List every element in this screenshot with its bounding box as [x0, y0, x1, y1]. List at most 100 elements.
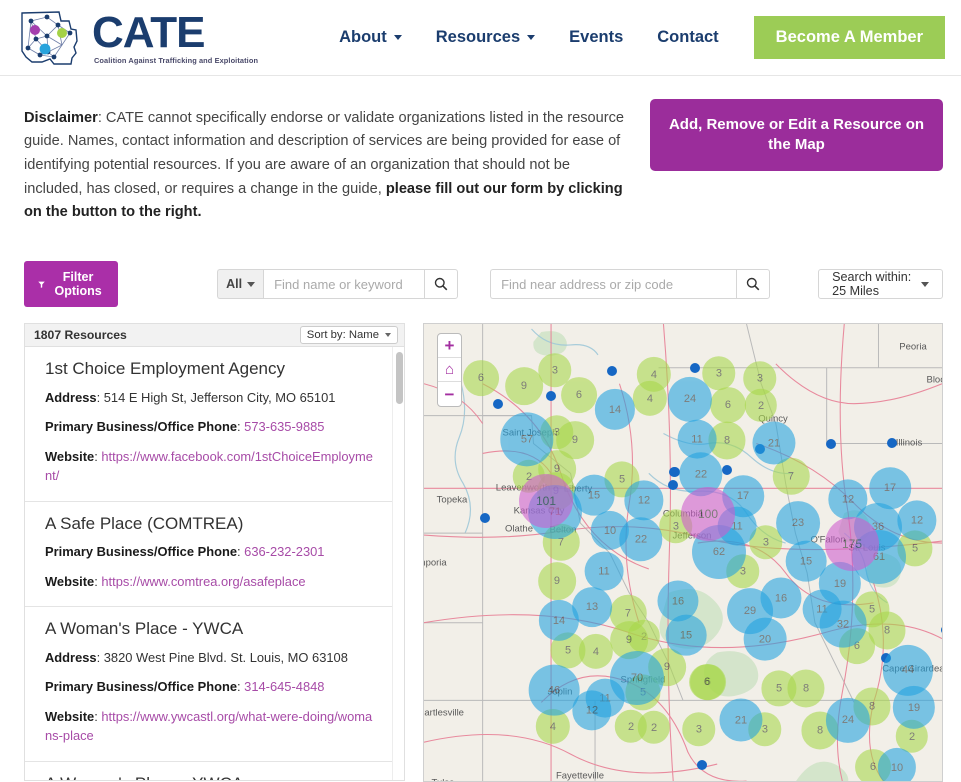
address-search-group	[490, 269, 771, 300]
home-icon[interactable]: ⌂	[438, 358, 461, 383]
results-count: 1807 Resources	[34, 328, 127, 343]
results-scrollbar[interactable]	[392, 347, 404, 781]
phone-link[interactable]: 314-645-4848	[244, 679, 324, 694]
resource-name[interactable]: 1st Choice Employment Agency	[45, 359, 376, 379]
map-cluster-count: 2	[908, 730, 916, 743]
map-cluster-count: 17	[883, 482, 897, 495]
map-cluster-marker[interactable]: 24	[667, 377, 713, 422]
map-cluster-marker[interactable]: 70	[610, 651, 664, 706]
site-logo[interactable]: CATE Coalition Against Trafficking and E…	[14, 7, 258, 69]
scrollbar-thumb[interactable]	[395, 352, 403, 405]
map-cluster-marker[interactable]: 21	[719, 698, 763, 742]
map-cluster-count: 12	[585, 704, 599, 717]
map-cluster-marker[interactable]: 101	[519, 474, 573, 529]
list-item[interactable]: A Woman's Place - YWCA Address: 3820 Wes…	[25, 607, 394, 762]
field-label: Website	[45, 449, 95, 465]
add-remove-edit-resource-button[interactable]: Add, Remove or Edit a Resource on the Ma…	[650, 99, 943, 171]
field-label: Website	[45, 709, 95, 725]
resource-website: Website: https://www.comtrea.org/asafepl…	[45, 573, 306, 589]
map-pin[interactable]	[887, 438, 897, 449]
website-link[interactable]: https://www.facebook.com/1stChoiceEmploy…	[45, 449, 373, 483]
map-pin[interactable]	[493, 399, 503, 410]
map-cluster-marker[interactable]: 6	[463, 360, 499, 397]
map-cluster-count: 8	[883, 624, 891, 637]
map-cluster-marker[interactable]: 32	[819, 601, 867, 648]
filter-options-button[interactable]: Filter Options	[24, 261, 119, 308]
map-cluster-count: 10	[603, 524, 617, 537]
resource-name[interactable]: A Woman's Place - YWCA	[45, 774, 376, 781]
map-cluster-count: 7	[624, 607, 632, 620]
nav-item-events[interactable]: Events	[552, 18, 640, 57]
map-cluster-marker[interactable]: 175	[825, 517, 879, 572]
map-cluster-count: 7	[787, 470, 795, 483]
phone-link[interactable]: 573-635-9885	[244, 419, 324, 434]
zoom-out-button[interactable]: −	[438, 382, 461, 406]
map-cluster-marker[interactable]: 9	[538, 562, 576, 601]
list-item[interactable]: A Woman's Place - YWCA Address: 4116 McC…	[25, 762, 394, 781]
map-cluster-marker[interactable]: 8	[787, 669, 825, 707]
map-cluster-marker[interactable]: 21	[752, 421, 796, 465]
resource-name[interactable]: A Safe Place (COMTREA)	[45, 514, 376, 534]
phone-link[interactable]: 636-232-2301	[244, 544, 324, 559]
map-cluster-marker[interactable]: 16	[657, 580, 699, 622]
address-search-input[interactable]	[490, 269, 737, 300]
map-column: + ⌂ − PeoriaBloomiQuincyIllinoisSaint Jo…	[423, 323, 943, 782]
map-pin[interactable]	[697, 760, 707, 771]
missouri-network-logo-icon	[21, 10, 78, 65]
results-list[interactable]: 1st Choice Employment Agency Address: 51…	[24, 347, 405, 782]
cta-wrapper: Add, Remove or Edit a Resource on the Ma…	[649, 92, 943, 239]
map-cluster-count: 6	[869, 761, 877, 774]
map-cluster-marker[interactable]: 46	[528, 665, 580, 716]
map-pin[interactable]	[722, 465, 732, 476]
sort-by-dropdown[interactable]: Sort by: Name	[299, 326, 398, 345]
website-link[interactable]: https://www.ywcastl.org/what-were-doing/…	[45, 709, 372, 743]
logo-wordmark: CATE	[92, 7, 206, 57]
map-pin[interactable]	[690, 363, 700, 374]
map-pin[interactable]	[826, 439, 836, 450]
map-cluster-marker[interactable]: 24	[825, 698, 871, 743]
address-search-button[interactable]	[736, 269, 771, 300]
resource-address: Address: 3820 West Pine Blvd. St. Louis,…	[45, 649, 348, 665]
list-item[interactable]: 1st Choice Employment Agency Address: 51…	[25, 347, 394, 502]
map-cluster-marker[interactable]: 11	[584, 552, 624, 591]
keyword-search-input[interactable]	[263, 269, 425, 300]
resource-map[interactable]: + ⌂ − PeoriaBloomiQuincyIllinoisSaint Jo…	[423, 323, 943, 782]
map-cluster-count: 17	[736, 490, 750, 503]
map-cluster-count: 2	[757, 399, 765, 412]
website-link[interactable]: https://www.comtrea.org/asafeplace	[101, 574, 305, 589]
map-cluster-marker[interactable]: 100	[681, 487, 735, 542]
resource-name[interactable]: A Woman's Place - YWCA	[45, 619, 376, 639]
zoom-in-button[interactable]: +	[438, 334, 461, 359]
map-cluster-count: 57	[520, 433, 534, 446]
map-cluster-marker[interactable]: 6	[710, 387, 746, 424]
map-cluster-marker[interactable]: 8	[868, 611, 906, 649]
map-cluster-count: 9	[571, 434, 579, 447]
results-column: 1807 Resources Sort by: Name 1st Choice …	[24, 323, 405, 782]
map-pin[interactable]	[607, 366, 617, 377]
map-cluster-count: 3	[695, 723, 703, 736]
map-cluster-marker[interactable]: 9	[505, 367, 543, 406]
map-cluster-count: 11	[691, 433, 703, 446]
nav-item-about[interactable]: About	[322, 18, 419, 57]
map-cluster-count: 175	[841, 537, 863, 552]
map-cluster-marker[interactable]: 23	[776, 501, 820, 546]
map-pin[interactable]	[480, 513, 490, 524]
keyword-search-button[interactable]	[424, 269, 459, 300]
nav-item-contact[interactable]: Contact	[640, 18, 735, 57]
nav-item-resources[interactable]: Resources	[419, 18, 552, 57]
map-cluster-marker[interactable]: 44	[882, 645, 934, 696]
search-radius-dropdown[interactable]: Search within: 25 Miles	[818, 269, 943, 300]
map-cluster-marker[interactable]: 6	[561, 377, 597, 414]
results-header: 1807 Resources Sort by: Name	[24, 323, 405, 348]
field-label: Website	[45, 573, 95, 589]
become-a-member-button[interactable]: Become A Member	[753, 16, 945, 59]
list-item[interactable]: A Safe Place (COMTREA) Primary Business/…	[25, 502, 394, 608]
map-pin[interactable]	[668, 480, 678, 491]
category-select[interactable]: All	[217, 269, 264, 300]
map-pin[interactable]	[546, 391, 556, 402]
map-cluster-marker[interactable]: 29	[727, 588, 773, 635]
map-cluster-marker[interactable]: 6	[689, 664, 725, 701]
map-cluster-count: 4	[646, 392, 654, 405]
resource-phone: Primary Business/Office Phone: 314-645-4…	[45, 679, 325, 695]
map-cluster-marker[interactable]: 10	[877, 748, 917, 782]
